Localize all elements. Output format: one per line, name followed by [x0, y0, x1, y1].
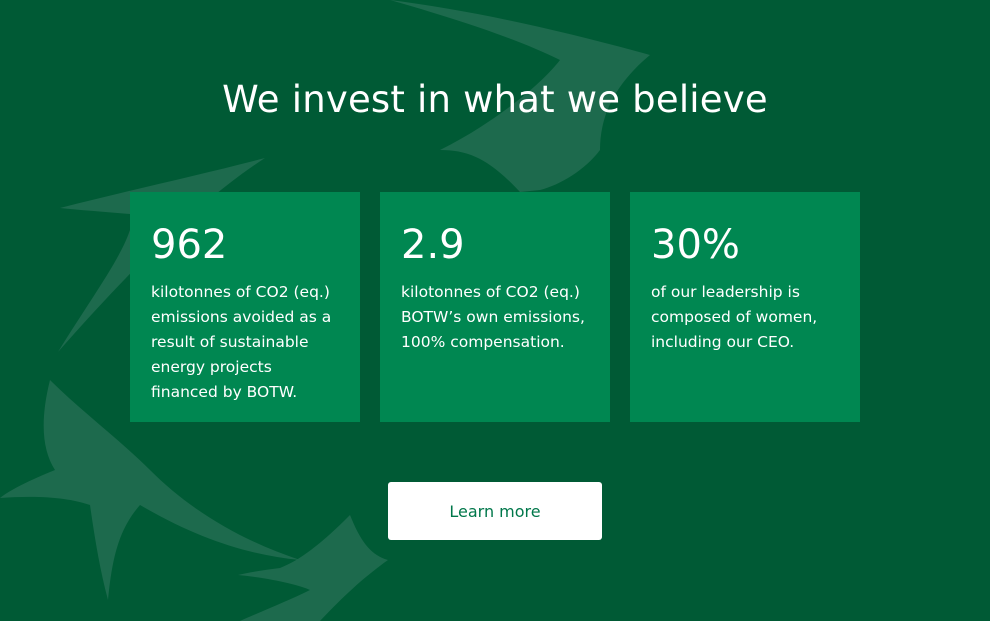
learn-more-button[interactable]: Learn more	[388, 482, 602, 540]
stat-value: 2.9	[401, 222, 465, 268]
stat-value: 30%	[651, 222, 740, 268]
stat-card-women-leadership: 30% of our leadership is composed of wom…	[630, 192, 860, 422]
stat-card-own-emissions: 2.9 kilotonnes of CO2 (eq.) BOTW’s own e…	[380, 192, 610, 422]
stat-description: kilotonnes of CO2 (eq.) BOTW’s own emiss…	[401, 283, 585, 351]
stat-card-emissions-avoided: 962 kilotonnes of CO2 (eq.) emissions av…	[130, 192, 360, 422]
stat-value: 962	[151, 222, 228, 268]
stat-description: kilotonnes of CO2 (eq.) emissions avoide…	[151, 283, 332, 401]
stat-description: of our leadership is composed of women, …	[651, 283, 818, 351]
page-title: We invest in what we believe	[222, 78, 768, 121]
